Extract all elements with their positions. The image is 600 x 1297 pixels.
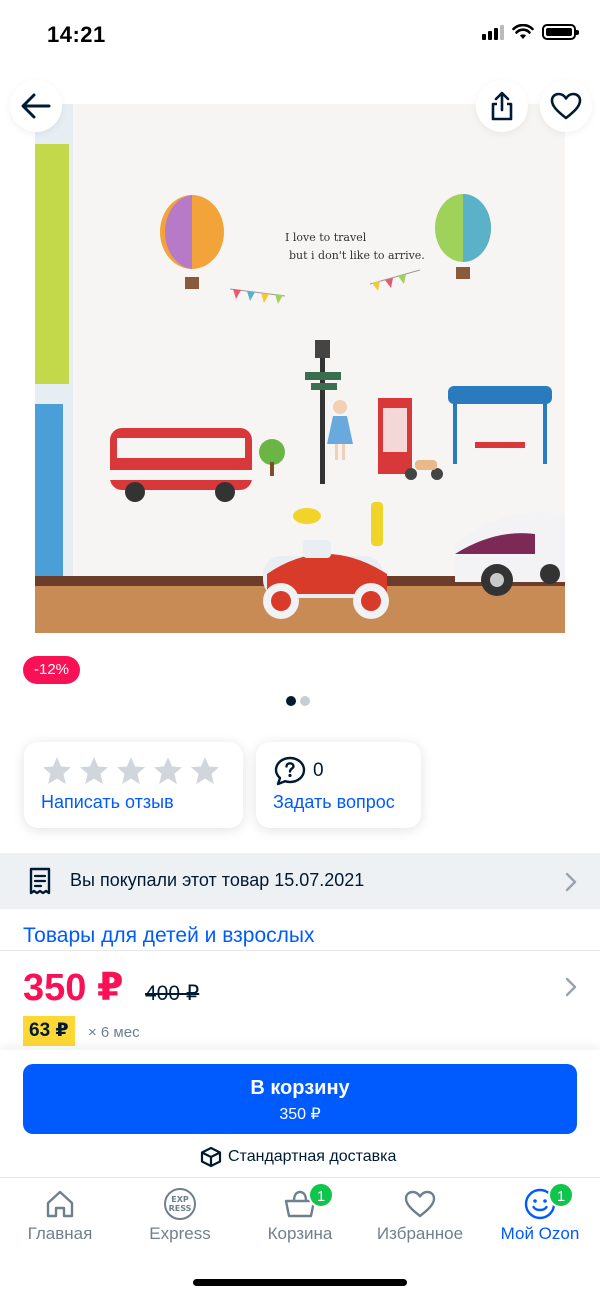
heart-icon xyxy=(404,1190,436,1218)
express-icon-text-top: EXP xyxy=(171,1195,189,1204)
status-time: 14:21 xyxy=(47,22,106,47)
rating-stars xyxy=(42,756,220,785)
tab-favorites-label: Избранное xyxy=(376,1224,464,1243)
cart-badge: 1 xyxy=(308,1182,334,1208)
receipt-icon xyxy=(29,867,51,895)
current-price: 350 ₽ xyxy=(23,967,124,1009)
share-icon xyxy=(491,91,513,121)
chevron-right-icon xyxy=(565,872,577,892)
sticker-text-line1: I love to travel xyxy=(285,231,367,244)
express-icon-text-bottom: RESS xyxy=(169,1204,192,1213)
review-card[interactable]: Написать отзыв xyxy=(24,742,243,828)
home-icon xyxy=(46,1190,74,1218)
tab-express[interactable]: EXP RESS Express xyxy=(120,1186,240,1244)
divider xyxy=(0,950,600,951)
star-icon xyxy=(80,757,108,784)
back-button[interactable] xyxy=(10,80,62,132)
ask-question-link[interactable]: Задать вопрос xyxy=(273,792,395,813)
installment-term: × 6 мес xyxy=(88,1024,140,1041)
category-link[interactable]: Товары для детей и взрослых xyxy=(23,924,314,948)
battery-icon xyxy=(542,24,579,40)
tab-my-ozon-label: Мой Ozon xyxy=(500,1224,580,1243)
status-bar: 14:21 xyxy=(0,0,600,72)
star-icon xyxy=(154,757,182,784)
star-icon xyxy=(191,757,219,784)
home-indicator xyxy=(193,1279,407,1286)
chevron-right-icon[interactable] xyxy=(565,977,577,997)
purchase-notice[interactable]: Вы покупали этот товар 15.07.2021 xyxy=(0,853,600,909)
tab-express-label: Express xyxy=(149,1224,211,1243)
tab-favorites[interactable]: Избранное xyxy=(360,1186,480,1244)
gallery-dot[interactable] xyxy=(300,696,310,706)
question-bubble-icon xyxy=(274,756,306,786)
favorite-button[interactable] xyxy=(540,80,592,132)
box-icon xyxy=(200,1146,222,1168)
add-to-cart-price: 350 ₽ xyxy=(279,1106,321,1123)
tab-home-label: Главная xyxy=(27,1224,93,1243)
question-card[interactable]: 0 Задать вопрос xyxy=(256,742,421,828)
heart-icon xyxy=(550,92,582,120)
express-icon: EXP RESS xyxy=(164,1188,196,1220)
gallery-dot-active[interactable] xyxy=(286,696,296,706)
old-price: 400 ₽ xyxy=(145,982,200,1005)
star-icon xyxy=(117,757,145,784)
delivery-label: Стандартная доставка xyxy=(228,1148,397,1165)
add-to-cart-button[interactable]: В корзину 350 ₽ xyxy=(23,1064,577,1134)
installment-amount[interactable]: 63 ₽ xyxy=(23,1016,75,1046)
cellular-signal-icon xyxy=(482,24,504,40)
question-count: 0 xyxy=(313,760,324,781)
purchase-notice-text: Вы покупали этот товар 15.07.2021 xyxy=(70,870,365,890)
tab-home[interactable]: Главная xyxy=(0,1186,120,1244)
status-icons xyxy=(482,24,579,40)
write-review-link[interactable]: Написать отзыв xyxy=(41,792,174,813)
wall-sticker-illustration: I love to travel but i don't like to arr… xyxy=(35,104,565,633)
tab-cart-label: Корзина xyxy=(267,1224,333,1243)
gallery-pagination xyxy=(286,696,310,706)
wifi-icon xyxy=(512,24,534,39)
delivery-info[interactable]: Стандартная доставка xyxy=(200,1146,396,1168)
sticker-text-line2: but i don't like to arrive. xyxy=(289,249,425,262)
profile-badge: 1 xyxy=(548,1182,574,1208)
share-button[interactable] xyxy=(476,80,528,132)
discount-badge: -12% xyxy=(23,656,81,684)
arrow-left-icon xyxy=(21,93,51,119)
add-to-cart-label: В корзину xyxy=(250,1077,350,1099)
tab-cart[interactable]: 1 Корзина xyxy=(240,1182,360,1244)
question-count-row: 0 xyxy=(274,756,324,786)
tab-my-ozon[interactable]: 1 Мой Ozon xyxy=(480,1182,600,1244)
product-image[interactable]: I love to travel but i don't like to arr… xyxy=(35,104,565,633)
star-icon xyxy=(43,757,71,784)
